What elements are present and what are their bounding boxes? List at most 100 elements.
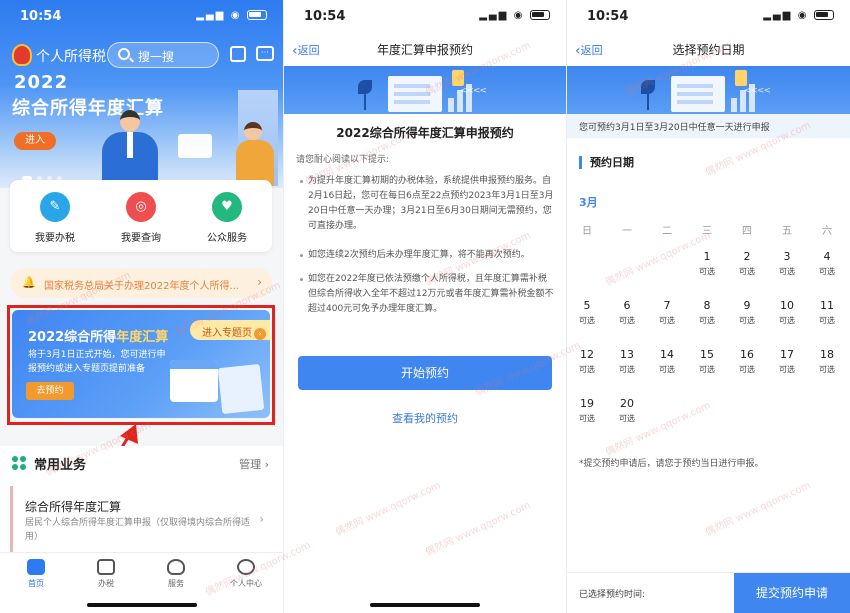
tab-label: 个人中心 bbox=[230, 579, 262, 588]
reservation-note: *提交预约申请后，请您于预约当日进行申报。 bbox=[579, 459, 764, 469]
calendar-day[interactable]: 13 可选 bbox=[607, 348, 647, 375]
chevrons-icon: <<<< bbox=[743, 86, 771, 96]
calendar-day[interactable]: 16 可选 bbox=[727, 348, 767, 375]
calendar-day[interactable]: 2 可选 bbox=[727, 250, 767, 277]
day-availability: 可选 bbox=[699, 267, 715, 276]
calendar-day[interactable]: 20 可选 bbox=[607, 397, 647, 424]
calendar-day[interactable]: 9 可选 bbox=[727, 299, 767, 326]
day-availability: 可选 bbox=[619, 316, 635, 325]
board-illustration bbox=[388, 76, 442, 112]
day-number: 3 bbox=[783, 250, 791, 263]
nav-title: 选择预约日期 bbox=[672, 43, 745, 57]
annual-settlement-item[interactable]: 综合所得年度汇算 居民个人综合所得年度汇算申报（仅取得境内综合所得适用） › bbox=[10, 486, 272, 552]
weekday-header: 二 bbox=[662, 226, 672, 237]
calendar-day[interactable]: 18 可选 bbox=[807, 348, 847, 375]
man-illustration bbox=[98, 110, 162, 188]
hero-banner[interactable]: 10:54 ▂▄▆ ◉ 个人所得税 搜一搜 ··· 2022 综合所得年度汇算 … bbox=[0, 0, 283, 188]
battery-icon bbox=[247, 10, 267, 20]
tab-label: 办税 bbox=[98, 579, 114, 588]
submit-reservation-button[interactable]: 提交预约申请 bbox=[734, 573, 850, 613]
month-label: 3月 bbox=[579, 196, 598, 209]
message-icon[interactable]: ··· bbox=[256, 46, 274, 61]
status-icons: ▂▄▆ ◉ bbox=[763, 10, 834, 21]
quick-label: 我要办税 bbox=[35, 233, 75, 244]
view-my-reservation-link[interactable]: 查看我的预约 bbox=[284, 410, 566, 426]
calendar-day[interactable]: 7 可选 bbox=[647, 299, 687, 326]
day-number: 17 bbox=[780, 348, 794, 361]
battery-icon bbox=[530, 10, 550, 20]
highlight-box bbox=[7, 305, 275, 425]
tab-home[interactable]: 首页 bbox=[8, 559, 64, 589]
day-number: 10 bbox=[780, 299, 794, 312]
screen-select-date: 10:54 ▂▄▆ ◉ ‹返回 选择预约日期 <<<< 您可预约3月1日至3月2… bbox=[567, 0, 850, 613]
item-desc: 居民个人综合所得年度汇算申报（仅取得境内综合所得适用） bbox=[25, 518, 251, 542]
tab-label: 首页 bbox=[28, 579, 44, 588]
nav-bar: ‹返回 年度汇算申报预约 bbox=[284, 34, 566, 66]
start-reservation-button[interactable]: 开始预约 bbox=[298, 356, 552, 390]
status-bar: 10:54 ▂▄▆ ◉ bbox=[284, 0, 566, 34]
status-bar: 10:54 ▂▄▆ ◉ bbox=[567, 0, 850, 34]
calendar-day[interactable]: 8 可选 bbox=[687, 299, 727, 326]
chevrons-icon: <<<< bbox=[459, 86, 487, 96]
calendar-day[interactable]: 19 可选 bbox=[567, 397, 607, 424]
calendar-day[interactable]: 11 可选 bbox=[807, 299, 847, 326]
day-availability: 可选 bbox=[739, 316, 755, 325]
magnifier-icon: ◎ bbox=[126, 192, 156, 222]
quick-tax-filing[interactable]: ✎ 我要办税 bbox=[20, 192, 90, 244]
day-number: 14 bbox=[660, 348, 674, 361]
tip-paragraph: 如您连续2次预约后未办理年度汇算，将不能再次预约。 bbox=[300, 248, 554, 263]
calendar-day[interactable]: 17 可选 bbox=[767, 348, 807, 375]
section-label: 预约日期 bbox=[579, 156, 634, 169]
header-banner: <<<< bbox=[567, 66, 850, 114]
calendar-day[interactable]: 10 可选 bbox=[767, 299, 807, 326]
search-input[interactable]: 搜一搜 bbox=[107, 42, 219, 68]
quick-public-service[interactable]: ♥ 公众服务 bbox=[192, 192, 262, 244]
bell-icon: 🔔 bbox=[22, 276, 36, 289]
screen-reservation-intro: 10:54 ▂▄▆ ◉ ‹返回 年度汇算申报预约 <<<< 2022综合所得年度… bbox=[284, 0, 566, 613]
tab-profile[interactable]: 个人中心 bbox=[218, 559, 274, 589]
calendar-day[interactable]: 15 可选 bbox=[687, 348, 727, 375]
day-availability: 可选 bbox=[819, 316, 835, 325]
calendar-day[interactable]: 1 可选 bbox=[687, 250, 727, 277]
board-illustration bbox=[671, 76, 725, 112]
chevron-right-icon: › bbox=[259, 512, 264, 526]
day-availability: 可选 bbox=[619, 365, 635, 374]
calendar-day[interactable]: 14 可选 bbox=[647, 348, 687, 375]
day-number: 8 bbox=[703, 299, 711, 312]
hero-enter-button[interactable]: 进入 bbox=[14, 132, 56, 150]
calendar-day[interactable]: 5 可选 bbox=[567, 299, 607, 326]
calendar-day[interactable]: 3 可选 bbox=[767, 250, 807, 277]
day-availability: 可选 bbox=[779, 365, 795, 374]
weekday-header: 一 bbox=[622, 226, 632, 237]
scan-icon[interactable] bbox=[230, 46, 246, 62]
home-indicator bbox=[370, 603, 480, 607]
calendar-day[interactable]: 4 可选 bbox=[807, 250, 847, 277]
day-number: 2 bbox=[743, 250, 751, 263]
calendar-day[interactable]: 12 可选 bbox=[567, 348, 607, 375]
manage-label: 管理 bbox=[239, 458, 262, 471]
quick-query[interactable]: ◎ 我要查询 bbox=[106, 192, 176, 244]
day-number: 1 bbox=[703, 250, 711, 263]
day-number: 12 bbox=[580, 348, 594, 361]
day-availability: 可选 bbox=[579, 414, 595, 423]
nav-title: 年度汇算申报预约 bbox=[376, 43, 473, 57]
day-availability: 可选 bbox=[739, 267, 755, 276]
day-number: 11 bbox=[820, 299, 834, 312]
tax-emblem-icon bbox=[12, 44, 32, 66]
battery-icon bbox=[814, 10, 834, 20]
weekday-header: 日 bbox=[582, 226, 592, 237]
common-business: 常用业务 管理 › 综合所得年度汇算 居民个人综合所得年度汇算申报（仅取得境内综… bbox=[0, 446, 283, 554]
day-number: 7 bbox=[663, 299, 671, 312]
tab-tax[interactable]: 办税 bbox=[78, 559, 134, 589]
heart-icon bbox=[167, 559, 185, 575]
tab-service[interactable]: 服务 bbox=[148, 559, 204, 589]
calendar-day[interactable]: 6 可选 bbox=[607, 299, 647, 326]
day-availability: 可选 bbox=[619, 414, 635, 423]
user-icon bbox=[237, 559, 255, 575]
document-icon bbox=[97, 559, 115, 575]
weekday-header: 五 bbox=[782, 226, 792, 237]
tip-paragraph: 如您在2022年度已依法预缴个人所得税，且年度汇算需补税但综合所得收入全年不超过… bbox=[300, 272, 554, 317]
manage-link[interactable]: 管理 › bbox=[239, 456, 269, 472]
notice-bar[interactable]: 🔔 国家税务总局关于办理2022年度个人所得... › bbox=[10, 268, 272, 298]
tab-bar: 首页 办税 服务 个人中心 bbox=[0, 552, 283, 613]
